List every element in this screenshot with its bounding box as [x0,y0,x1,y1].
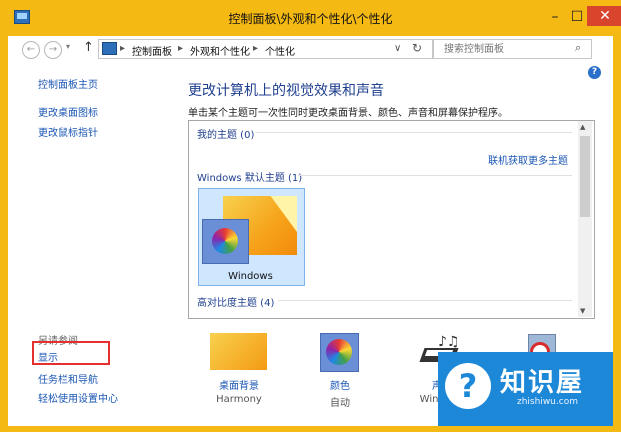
refresh-icon[interactable]: ↻ [412,41,422,55]
theme-name: Windows [228,271,273,282]
window-frame-right [613,36,621,432]
breadcrumb-personalization[interactable]: 个性化 [265,43,295,58]
divider [278,300,572,301]
my-themes-header: 我的主题 (0) [197,130,255,141]
color-wheel-icon [212,228,238,254]
search-icon[interactable]: ⌕ [575,41,581,55]
color-value: 自动 [330,398,350,409]
breadcrumb-separator-icon: ▸ [253,43,259,54]
breadcrumb-appearance[interactable]: 外观和个性化 [190,43,250,58]
scroll-thumb[interactable] [580,136,590,217]
get-more-themes-link[interactable]: 联机获取更多主题 [488,152,568,167]
highlight-box [32,341,110,365]
sidebar-link-mouse-pointers[interactable]: 更改鼠标指针 [38,124,98,139]
color-link[interactable]: 颜色 [295,377,385,392]
high-contrast-header: 高对比度主题 (4) [197,298,275,309]
breadcrumb-separator-icon: ▸ [120,43,126,54]
color-wheel-icon [326,339,352,365]
breadcrumb-control-panel[interactable]: 控制面板 [132,43,172,58]
question-bulb-icon: ? [445,363,491,409]
recent-locations-icon[interactable]: ▾ [66,42,70,51]
address-dropdown-icon[interactable]: ∨ [394,43,401,54]
help-icon[interactable]: ? [588,66,601,79]
page-description: 单击某个主题可一次性同时更改桌面背景、颜色、声音和屏幕保护程序。 [188,108,508,119]
desktop-background-icon[interactable] [210,333,267,370]
default-themes-header: Windows 默认主题 (1) [197,173,303,184]
desktop-background-link[interactable]: 桌面背景 [194,377,284,392]
search-input[interactable] [442,43,571,56]
sidebar-link-control-panel-home[interactable]: 控制面板主页 [38,76,98,91]
window-frame-left [0,36,8,432]
window-frame-bottom [8,426,613,432]
minimize-button[interactable]: – [544,8,566,26]
sidebar-link-desktop-icons[interactable]: 更改桌面图标 [38,104,98,119]
forward-button[interactable]: → [44,41,62,59]
desktop-background-value: Harmony [216,394,262,405]
watermark-subtitle: zhishiwu.com [517,397,578,407]
scroll-up-icon[interactable]: ▲ [580,123,585,131]
close-button[interactable]: ✕ [587,6,621,26]
maximize-button[interactable]: ☐ [566,8,588,26]
see-also-taskbar[interactable]: 任务栏和导航 [38,371,98,386]
back-button[interactable]: ← [22,41,40,59]
search-box[interactable] [433,39,592,59]
page-title: 更改计算机上的视觉效果和声音 [188,83,384,99]
divider [256,132,572,133]
window-title: 控制面板\外观和个性化\个性化 [228,12,393,26]
address-control-panel-icon [102,42,117,55]
breadcrumb-separator-icon: ▸ [178,43,184,54]
divider [298,175,572,176]
see-also-ease-of-access[interactable]: 轻松使用设置中心 [38,390,118,405]
scroll-down-icon[interactable]: ▼ [580,307,585,315]
up-button[interactable]: ↑ [83,40,94,55]
watermark-title: 知识屋 [500,368,585,398]
